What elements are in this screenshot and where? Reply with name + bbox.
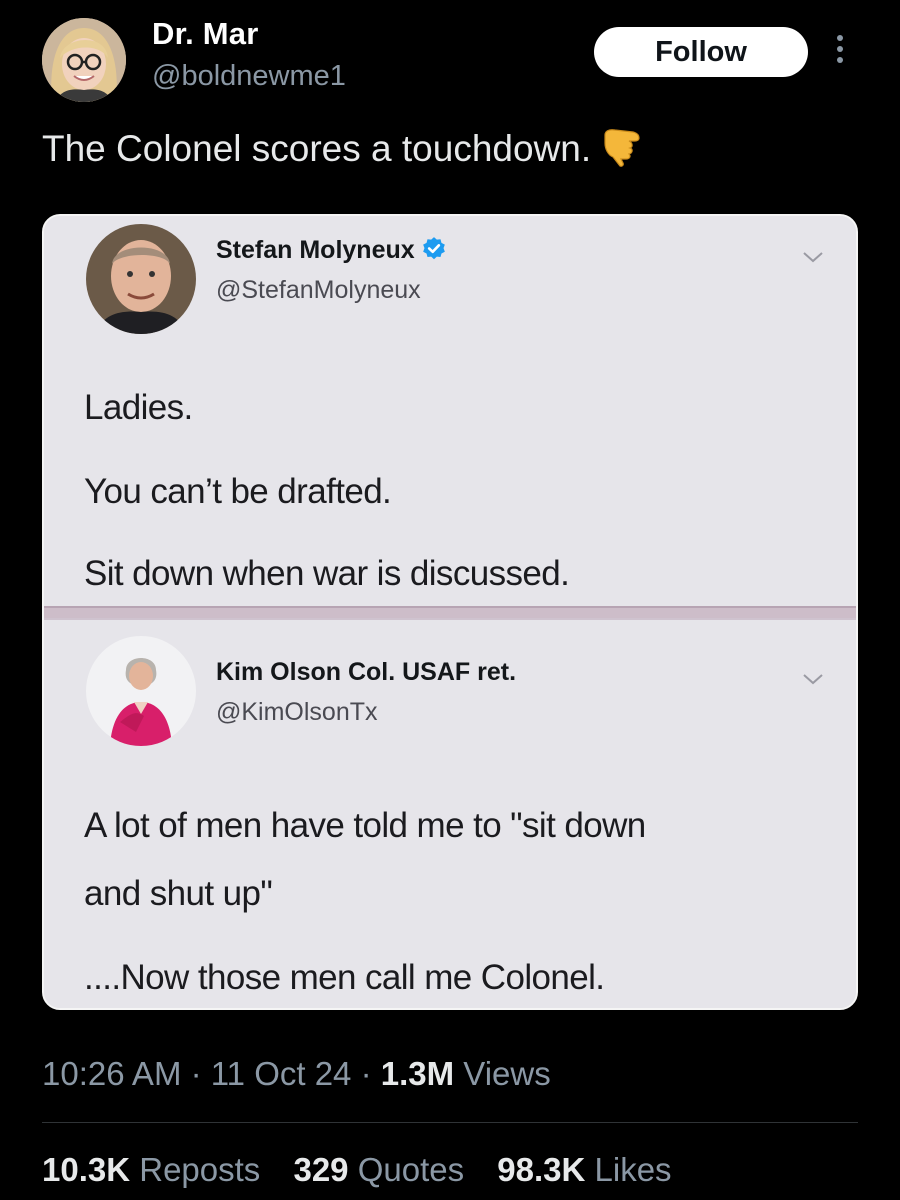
author-handle[interactable]: @boldnewme1: [152, 60, 346, 93]
stefan-avatar: [86, 224, 196, 334]
reposts-count: 10.3K: [42, 1151, 131, 1188]
meta-separator: ·: [351, 1055, 381, 1092]
embedded-first-line-1: Ladies.: [84, 388, 193, 427]
embedded-tweet-second: Kim Olson Col. USAF ret. @KimOlsonTx A l…: [44, 618, 856, 1008]
tweet-text: The Colonel scores a touchdown.: [42, 128, 645, 171]
more-options-icon[interactable]: [826, 32, 854, 72]
embedded-second-line-1: A lot of men have told me to "sit down: [84, 806, 646, 845]
embedded-tweet-first: Stefan Molyneux @StefanMolyneux Ladies. …: [44, 216, 856, 609]
likes-stat[interactable]: 98.3K Likes: [497, 1151, 671, 1188]
likes-label: Likes: [585, 1151, 672, 1188]
engagement-stats: 10.3K Reposts 329 Quotes 98.3K Likes: [42, 1151, 696, 1189]
follow-button[interactable]: Follow: [594, 27, 808, 77]
verified-badge-icon: [422, 237, 445, 260]
embedded-second-line-2: and shut up": [84, 874, 273, 913]
likes-count: 98.3K: [497, 1151, 586, 1188]
card-divider: [44, 608, 856, 618]
reposts-stat[interactable]: 10.3K Reposts: [42, 1151, 260, 1188]
kim-name: Kim Olson Col. USAF ret.: [216, 658, 517, 686]
meta-separator: ·: [181, 1055, 211, 1092]
author-avatar[interactable]: [42, 18, 126, 102]
kim-avatar: [86, 636, 196, 746]
tweet-meta: 10:26 AM · 11 Oct 24 · 1.3M Views: [42, 1055, 551, 1093]
quotes-label: Quotes: [348, 1151, 465, 1188]
author-avatar-image: [42, 18, 126, 102]
stats-divider: [42, 1122, 858, 1123]
tweet-text-content: The Colonel scores a touchdown.: [42, 128, 592, 169]
quoted-screenshot[interactable]: Stefan Molyneux @StefanMolyneux Ladies. …: [42, 214, 858, 1010]
kim-handle: @KimOlsonTx: [216, 698, 378, 726]
embedded-first-line-2: You can’t be drafted.: [84, 472, 392, 511]
author-name[interactable]: Dr. Mar: [152, 16, 259, 52]
reposts-label: Reposts: [130, 1151, 261, 1188]
quotes-count: 329: [293, 1151, 349, 1188]
tweet-header: Dr. Mar @boldnewme1 Follow: [0, 0, 900, 115]
chevron-down-icon: [803, 674, 823, 685]
embedded-first-line-3: Sit down when war is discussed.: [84, 554, 570, 593]
tweet-time[interactable]: 10:26 AM: [42, 1055, 181, 1092]
chevron-down-icon: [803, 252, 823, 263]
stefan-name-text: Stefan Molyneux: [216, 236, 415, 264]
stefan-name: Stefan Molyneux: [216, 236, 447, 265]
views-label: Views: [454, 1055, 551, 1092]
pointing-down-hand-icon: [599, 127, 645, 168]
embedded-second-line-3: ....Now those men call me Colonel.: [84, 958, 605, 997]
stefan-handle: @StefanMolyneux: [216, 276, 421, 304]
views-count: 1.3M: [380, 1055, 455, 1092]
tweet-date[interactable]: 11 Oct 24: [211, 1055, 352, 1092]
quotes-stat[interactable]: 329 Quotes: [293, 1151, 464, 1188]
